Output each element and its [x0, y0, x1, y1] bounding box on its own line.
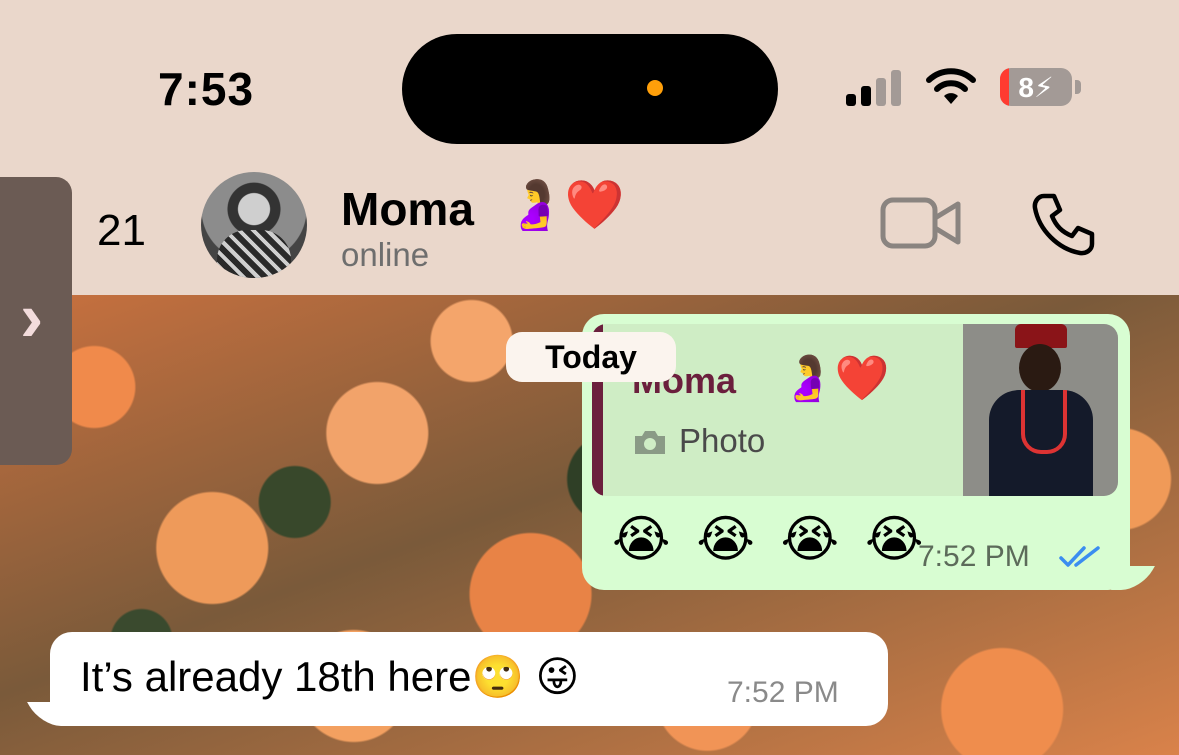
battery-level: 8: [1018, 72, 1034, 103]
contact-status: online: [341, 236, 430, 273]
incoming-message-text: It’s already 18th here🙄 😜: [80, 653, 580, 700]
back-unread-count[interactable]: 21: [97, 206, 146, 256]
date-label: Today: [545, 339, 637, 375]
contact-name[interactable]: Moma: [341, 182, 474, 236]
chevron-right-icon: ›: [20, 278, 44, 356]
date-separator: Today: [506, 332, 676, 382]
dynamic-island: [402, 34, 778, 144]
outgoing-message-time: 7:52 PM: [918, 540, 1030, 573]
status-time: 7:53: [158, 63, 255, 115]
wifi-icon: [926, 68, 976, 104]
quote-thumbnail[interactable]: [963, 324, 1118, 496]
quote-author-emoji: 🤰❤️: [780, 354, 890, 403]
chat-header: 21 Moma 🤰❤️ online: [0, 170, 1179, 295]
avatar[interactable]: [201, 172, 307, 278]
read-receipt-icon: [1059, 546, 1100, 567]
mic-indicator-icon: [647, 80, 663, 96]
battery-cap: [1075, 80, 1081, 94]
incoming-message-time: 7:52 PM: [727, 676, 839, 709]
phone-icon[interactable]: [1030, 192, 1096, 256]
video-camera-icon[interactable]: [880, 196, 962, 252]
outgoing-message-text: 😭 😭 😭 😭: [612, 511, 930, 567]
status-bar: 7:53 8⚡: [0, 0, 1179, 170]
contact-emoji: 🤰❤️: [505, 179, 625, 232]
quote-media-type: Photo: [679, 422, 766, 459]
battery-icon: 8⚡: [1000, 68, 1072, 106]
cellular-signal-icon: [846, 70, 906, 106]
camera-icon: [635, 431, 665, 454]
side-panel-handle[interactable]: ›: [0, 177, 72, 465]
